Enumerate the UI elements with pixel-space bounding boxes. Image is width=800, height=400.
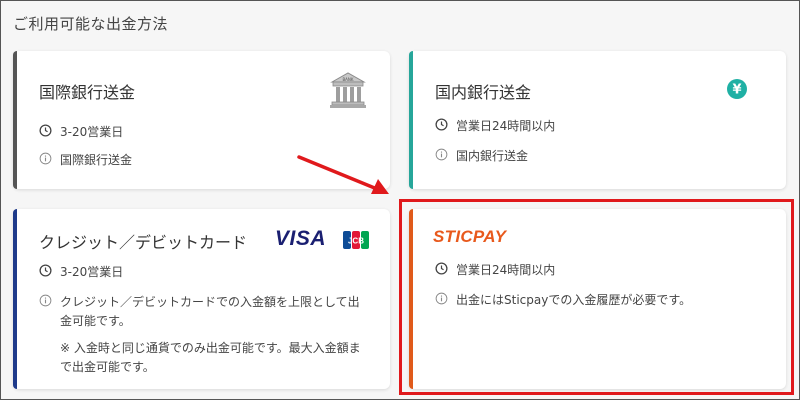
note-row: ※ 入金時と同じ通貨でのみ出金可能です。最大入金額ま で出金可能です。 (60, 339, 361, 377)
highlight-box (399, 199, 794, 395)
processing-time-row: 3-20営業日 (39, 263, 123, 282)
processing-time: 3-20営業日 (60, 265, 124, 279)
clock-icon (39, 124, 52, 137)
bank-icon: BANK (330, 72, 366, 108)
clock-icon (39, 264, 52, 277)
bank-sign: BANK (342, 77, 353, 82)
card-accent (13, 209, 17, 389)
info-text: 国際銀行送金 (60, 153, 133, 167)
info-row: 国際銀行送金 (39, 151, 132, 170)
card-credit-debit[interactable]: クレジット／デビットカード VISA JCB 3-20営業日 クレジット／デビッ… (13, 209, 390, 389)
arrow-annotation (297, 155, 389, 194)
info-text-line1: クレジット／デビットカードでの入金額を上限として出 (60, 295, 360, 309)
jcb-text: JCB (348, 237, 364, 246)
info-row: クレジット／デビットカードでの入金額を上限として出 金可能です。 (39, 293, 360, 331)
info-icon (435, 148, 448, 161)
note-text-line2: で出金可能です。 (60, 360, 155, 374)
processing-time: 営業日24時間以内 (456, 119, 556, 133)
processing-time-row: 営業日24時間以内 (435, 117, 555, 136)
section-title: ご利用可能な出金方法 (13, 15, 169, 33)
card-title: 国内銀行送金 (435, 83, 532, 102)
yen-symbol: ¥ (732, 83, 741, 98)
jcb-logo: JCB (343, 231, 369, 249)
card-title: クレジット／デビットカード (39, 233, 248, 252)
info-text-line2: 金可能です。 (60, 314, 131, 328)
processing-time-row: 3-20営業日 (39, 123, 123, 142)
info-row: 国内銀行送金 (435, 147, 528, 166)
info-text: 国内銀行送金 (456, 149, 529, 163)
clock-icon (435, 118, 448, 131)
note-text-line1: ※ 入金時と同じ通貨でのみ出金可能です。最大入金額ま (60, 341, 361, 355)
visa-logo: VISA (275, 227, 327, 250)
card-accent (409, 51, 413, 189)
page-frame: ご利用可能な出金方法 国際銀行送金 BANK 3-20営業日 国際銀行送金 国内… (0, 0, 800, 400)
info-icon (39, 294, 52, 307)
card-domestic-transfer[interactable]: 国内銀行送金 ¥ 営業日24時間以内 国内銀行送金 (409, 51, 786, 189)
card-accent (13, 51, 17, 189)
processing-time: 3-20営業日 (60, 125, 124, 139)
card-title: 国際銀行送金 (39, 83, 136, 102)
yen-icon: ¥ (727, 79, 747, 99)
info-icon (39, 152, 52, 165)
